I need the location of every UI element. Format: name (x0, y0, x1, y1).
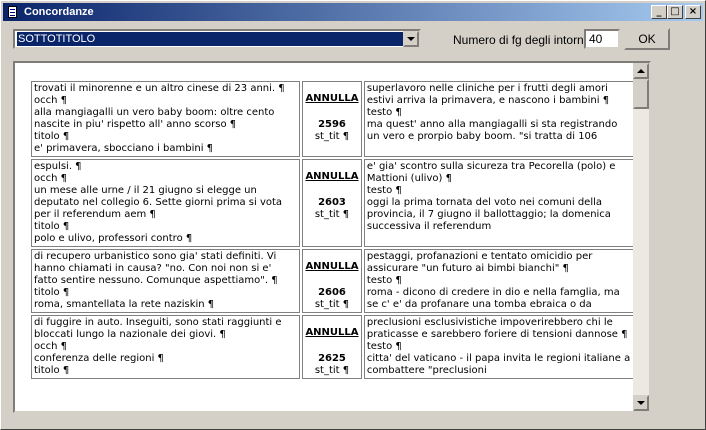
left-context: trovati il minorenne e un altro cinese d… (31, 81, 301, 157)
context-count-input[interactable]: 40 (584, 29, 620, 49)
entry-tag: st_tit ¶ (314, 131, 350, 142)
left-context: di recupero urbanistico sono gia' stati … (31, 249, 301, 313)
keyword: ANNULLA (305, 171, 359, 182)
entry-tag: st_tit ¶ (314, 209, 350, 220)
field-select-dropdown-button[interactable] (403, 31, 419, 47)
right-context-text: e' gia' scontro sulla sicureza tra Pecor… (366, 161, 616, 232)
close-icon: × (688, 6, 698, 17)
concordance-row: di recupero urbanistico sono gia' stati … (31, 249, 635, 313)
left-context-text: di fuggire in auto. Inseguiti, sono stat… (34, 317, 282, 376)
entry-tag: st_tit ¶ (314, 299, 350, 310)
minimize-icon: _ (656, 6, 662, 17)
ok-button[interactable]: OK (624, 28, 670, 50)
left-context-text: trovati il minorenne e un altro cinese d… (34, 83, 285, 154)
left-context-text: di recupero urbanistico sono gia' stati … (34, 251, 278, 310)
context-count-label: Numero di fg degli intorni (453, 33, 587, 47)
concordance-row: di fuggire in auto. Inseguiti, sono stat… (31, 315, 635, 379)
scroll-up-button[interactable] (633, 63, 649, 79)
left-context-text: espulsi. ¶ occh ¶ un mese alle urne / il… (34, 161, 283, 244)
right-context: superlavoro nelle cliniche per i frutti … (363, 81, 635, 157)
maximize-icon: □ (670, 6, 680, 17)
concordance-row: espulsi. ¶ occh ¶ un mese alle urne / il… (31, 159, 635, 247)
entry-number: 2596 (318, 119, 346, 130)
right-context: pestaggi, profanazioni e tentato omicidi… (363, 249, 635, 313)
scroll-down-button[interactable] (633, 395, 649, 411)
entry-number: 2606 (318, 287, 346, 298)
title-bar[interactable]: Concordanze _ □ × (3, 3, 703, 21)
entry-number: 2625 (318, 353, 346, 364)
minimize-button[interactable]: _ (651, 5, 667, 19)
right-context-text: preclusioni esclusivistiche impoverirebb… (366, 317, 631, 376)
right-context: e' gia' scontro sulla sicureza tra Pecor… (363, 159, 635, 247)
keyword: ANNULLA (305, 93, 359, 104)
field-select[interactable]: SOTTOTITOLO (13, 29, 421, 49)
concordance-table: trovati il minorenne e un altro cinese d… (29, 79, 637, 381)
left-context: espulsi. ¶ occh ¶ un mese alle urne / il… (31, 159, 301, 247)
window-title: Concordanze (24, 6, 94, 18)
keyword-cell: ANNULLA 2603 st_tit ¶ (302, 159, 362, 247)
chevron-down-icon (407, 37, 415, 41)
concordance-panel: trovati il minorenne e un altro cinese d… (13, 61, 651, 413)
close-button[interactable]: × (685, 5, 701, 19)
concordance-row: trovati il minorenne e un altro cinese d… (31, 81, 635, 157)
maximize-button[interactable]: □ (667, 5, 683, 19)
concordance-content: trovati il minorenne e un altro cinese d… (29, 79, 635, 381)
vertical-scrollbar[interactable] (633, 63, 649, 411)
entry-tag: st_tit ¶ (314, 365, 350, 376)
right-context-text: superlavoro nelle cliniche per i frutti … (366, 83, 618, 142)
document-icon (6, 5, 20, 19)
right-context: preclusioni esclusivistiche impoverirebb… (363, 315, 635, 379)
entry-number: 2603 (318, 197, 346, 208)
keyword-cell: ANNULLA 2606 st_tit ¶ (302, 249, 362, 313)
keyword: ANNULLA (305, 327, 359, 338)
right-context-text: pestaggi, profanazioni e tentato omicidi… (366, 251, 620, 310)
arrow-up-icon (637, 69, 645, 73)
keyword-cell: ANNULLA 2625 st_tit ¶ (302, 315, 362, 379)
keyword: ANNULLA (305, 261, 359, 272)
field-select-value: SOTTOTITOLO (17, 32, 403, 46)
concordanze-window: Concordanze _ □ × SOTTOTITOLO Numero di … (0, 0, 706, 430)
arrow-down-icon (637, 401, 645, 405)
keyword-cell: ANNULLA 2596 st_tit ¶ (302, 81, 362, 157)
left-context: di fuggire in auto. Inseguiti, sono stat… (31, 315, 301, 379)
scroll-thumb[interactable] (633, 79, 649, 109)
